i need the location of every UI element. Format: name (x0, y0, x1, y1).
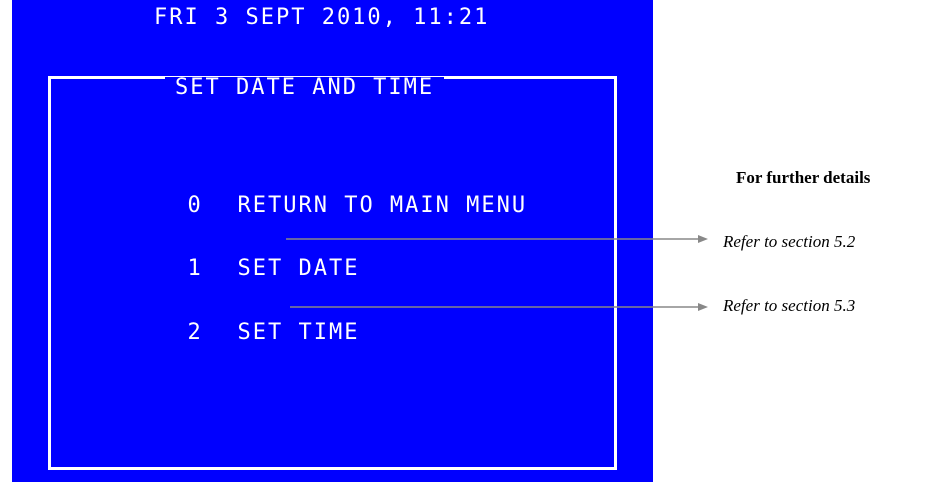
reference-section-5-3: Refer to section 5.3 (723, 296, 856, 315)
figure: FRI 3 SEPT 2010, 11:21 SET DATE AND TIME… (0, 0, 944, 483)
menu-item-label: SET DATE (237, 256, 360, 281)
menu-item-set-date[interactable]: 1 SET DATE (96, 236, 359, 302)
menu-item-return-main-menu[interactable]: 0 RETURN TO MAIN MENU (96, 173, 527, 239)
datetime-display: FRI 3 SEPT 2010, 11:21 (154, 5, 490, 30)
menu-item-set-time[interactable]: 2 SET TIME (96, 300, 359, 366)
menu-item-number: 2 (187, 320, 203, 345)
reference-section-5-2: Refer to section 5.2 (723, 232, 856, 251)
menu-title: SET DATE AND TIME (165, 77, 445, 99)
menu-item-label: SET TIME (237, 320, 360, 345)
menu-item-number: 1 (187, 256, 203, 281)
menu-item-label: RETURN TO MAIN MENU (237, 193, 528, 218)
terminal-screen: FRI 3 SEPT 2010, 11:21 SET DATE AND TIME… (12, 0, 653, 482)
menu-item-number: 0 (187, 193, 203, 218)
details-heading: For further details (736, 168, 871, 187)
